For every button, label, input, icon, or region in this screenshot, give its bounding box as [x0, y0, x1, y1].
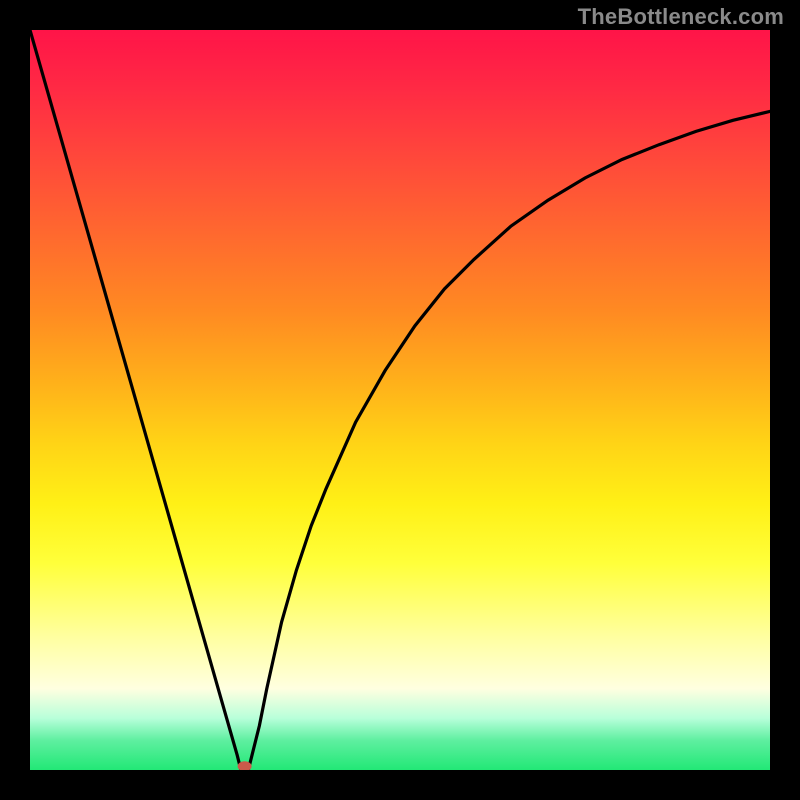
watermark-text: TheBottleneck.com	[578, 4, 784, 30]
left-branch-line	[30, 30, 241, 770]
plot-area	[30, 30, 770, 770]
chart-container: TheBottleneck.com	[0, 0, 800, 800]
right-branch-line	[248, 111, 770, 770]
curve-layer	[30, 30, 770, 770]
